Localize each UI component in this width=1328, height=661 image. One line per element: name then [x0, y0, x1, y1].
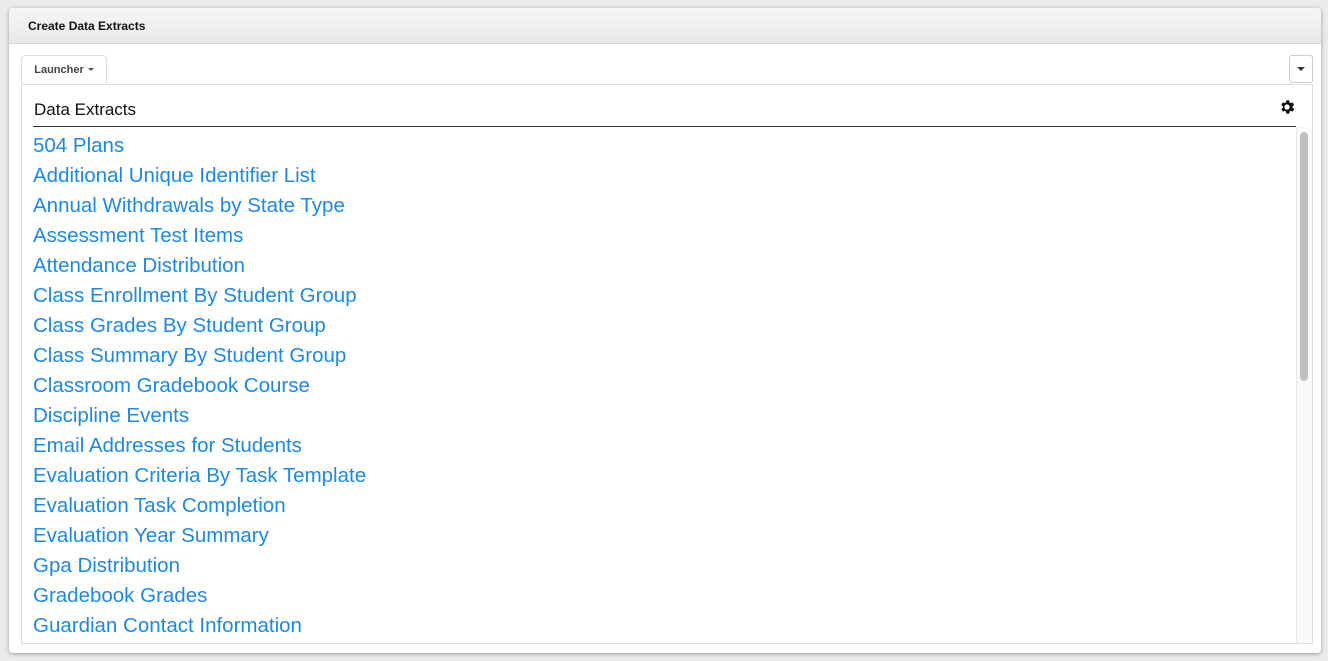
tab-menu-dropdown-button[interactable] — [1289, 55, 1313, 83]
list-scrollbar[interactable] — [1296, 127, 1312, 643]
extract-link[interactable]: Gpa Distribution — [33, 551, 1294, 581]
extract-link[interactable]: Annual Withdrawals by State Type — [33, 191, 1294, 221]
extract-link[interactable]: Additional Unique Identifier List — [33, 161, 1294, 191]
window-titlebar: Create Data Extracts — [9, 8, 1321, 44]
tab-launcher[interactable]: Launcher — [21, 55, 107, 84]
extract-link[interactable]: Evaluation Criteria By Task Template — [33, 461, 1294, 491]
panel-title: Data Extracts — [34, 100, 137, 119]
extract-link[interactable]: Guardian Contact Information — [33, 611, 1294, 641]
extract-link[interactable]: Evaluation Task Completion — [33, 491, 1294, 521]
gear-icon[interactable] — [1278, 98, 1296, 116]
tab-bar: Launcher — [21, 55, 1313, 85]
extract-link[interactable]: Class Summary By Student Group — [33, 341, 1294, 371]
extract-link[interactable]: Class Enrollment By Student Group — [33, 281, 1294, 311]
app-window: Create Data Extracts Launcher Data Extra… — [9, 8, 1321, 653]
extract-link[interactable]: Class Grades By Student Group — [33, 311, 1294, 341]
extract-link[interactable]: Assessment Test Items — [33, 221, 1294, 251]
window-title: Create Data Extracts — [28, 18, 146, 33]
scrollbar-thumb[interactable] — [1300, 132, 1308, 381]
panel-header: Data Extracts — [33, 97, 1296, 127]
extract-list: 504 Plans Additional Unique Identifier Li… — [33, 131, 1294, 643]
tab-launcher-label: Launcher — [34, 63, 84, 76]
extract-link[interactable]: Attendance Distribution — [33, 251, 1294, 281]
extract-link[interactable]: Email Addresses for Students — [33, 431, 1294, 461]
extract-link[interactable]: 504 Plans — [33, 131, 1294, 161]
extract-link[interactable]: Gradebook Grades — [33, 581, 1294, 611]
extract-link[interactable]: Classroom Gradebook Course — [33, 371, 1294, 401]
extract-link[interactable]: Evaluation Year Summary — [33, 521, 1294, 551]
data-extracts-panel: Data Extracts 504 Plans Additional Unique… — [21, 84, 1313, 644]
chevron-down-icon — [1297, 67, 1305, 71]
chevron-down-icon — [87, 68, 94, 71]
extract-link[interactable]: Discipline Events — [33, 401, 1294, 431]
